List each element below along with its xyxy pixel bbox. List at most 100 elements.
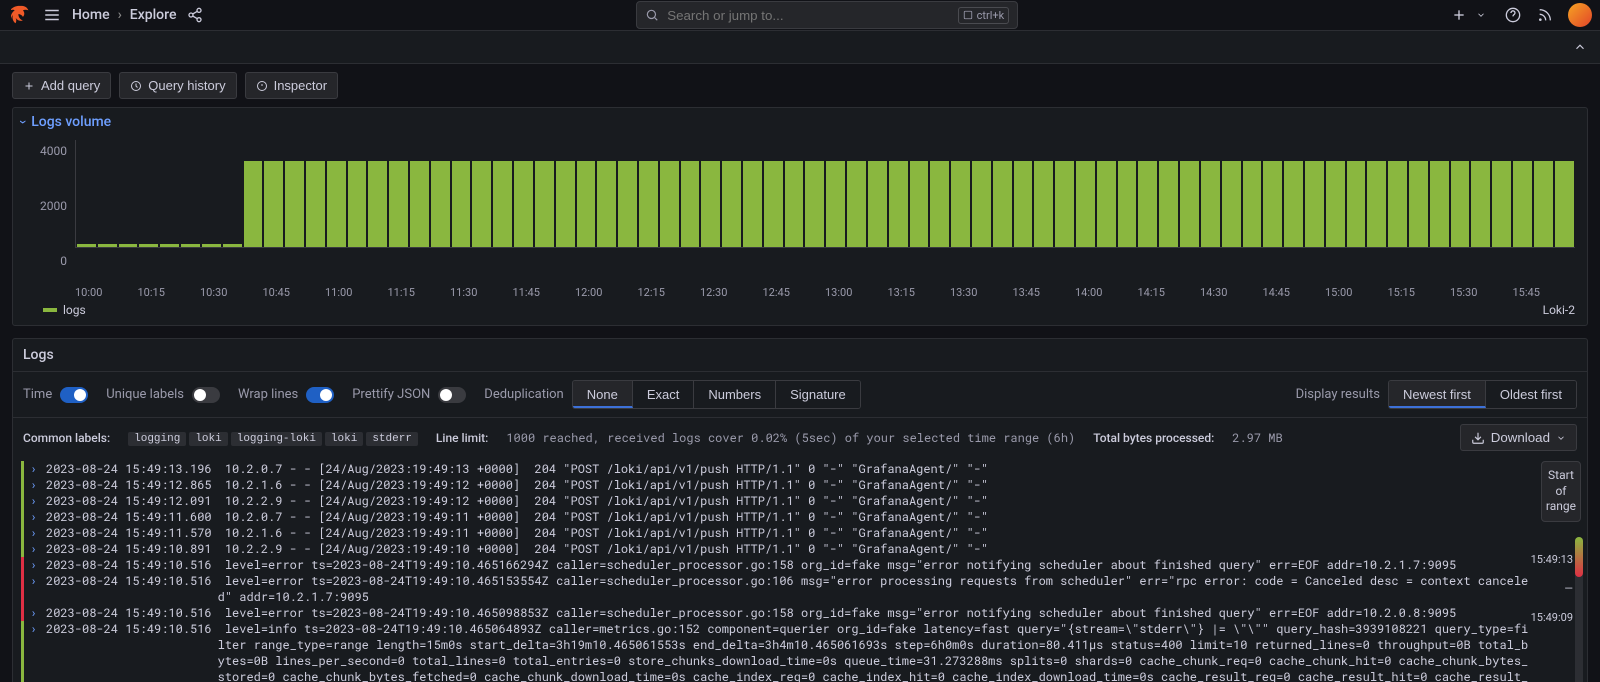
chart-bar[interactable] (431, 161, 450, 247)
chart-bar[interactable] (1471, 161, 1490, 247)
chart-bar[interactable] (764, 161, 783, 247)
expand-icon[interactable]: › (30, 621, 40, 637)
sort-newest[interactable]: Newest first (1389, 381, 1486, 408)
log-line[interactable]: ›2023-08-24 15:49:12.091 10.2.2.9 - - [2… (21, 493, 1529, 509)
chart-bar[interactable] (202, 244, 221, 247)
chart-bar[interactable] (1076, 161, 1095, 247)
chart-bar[interactable] (264, 161, 283, 247)
chart-bar[interactable] (368, 161, 387, 247)
chart-bar[interactable] (244, 161, 263, 247)
expand-icon[interactable]: › (30, 525, 40, 541)
logs-volume-header[interactable]: › Logs volume (13, 108, 1587, 136)
log-lines[interactable]: ›2023-08-24 15:49:13.196 10.2.0.7 - - [2… (13, 457, 1533, 682)
chart-bar[interactable] (285, 161, 304, 247)
query-history-button[interactable]: Query history (119, 72, 236, 99)
chart-bar[interactable] (660, 161, 679, 247)
chart-bar[interactable] (1014, 161, 1033, 247)
chart-bar[interactable] (327, 161, 346, 247)
chart-bar[interactable] (1326, 161, 1345, 247)
chart-bar[interactable] (868, 161, 887, 247)
inspector-button[interactable]: Inspector (245, 72, 338, 99)
chart-bar[interactable] (77, 244, 96, 247)
chart-bar[interactable] (1347, 161, 1366, 247)
chart-bar[interactable] (181, 244, 200, 247)
chart-bar[interactable] (514, 161, 533, 247)
help-icon[interactable] (1504, 6, 1522, 24)
expand-icon[interactable]: › (30, 493, 40, 509)
prettify-json-toggle[interactable] (438, 387, 466, 403)
chart-bar[interactable] (98, 244, 117, 247)
chart-bar[interactable] (1513, 161, 1532, 247)
chart-bar[interactable] (847, 161, 866, 247)
sort-oldest[interactable]: Oldest first (1486, 381, 1576, 408)
chart-bar[interactable] (1180, 161, 1199, 247)
share-icon[interactable] (186, 6, 204, 24)
chart-bar[interactable] (410, 161, 429, 247)
expand-icon[interactable]: › (30, 605, 40, 621)
breadcrumb-home[interactable]: Home (72, 7, 110, 23)
chart-bar[interactable] (1555, 161, 1574, 247)
chart-bar[interactable] (472, 161, 491, 247)
chevron-down-icon[interactable] (1472, 6, 1490, 24)
chart-bar[interactable] (889, 161, 908, 247)
chart-bar[interactable] (1034, 161, 1053, 247)
expand-icon[interactable]: › (30, 477, 40, 493)
chart-bar[interactable] (556, 161, 575, 247)
start-of-range-button[interactable]: Start of range (1541, 461, 1581, 522)
download-button[interactable]: Download (1460, 424, 1577, 451)
time-toggle[interactable] (60, 387, 88, 403)
chart-bar[interactable] (1118, 161, 1137, 247)
chart-bar[interactable] (910, 161, 929, 247)
add-query-button[interactable]: Add query (12, 72, 111, 99)
chart-bar[interactable] (1430, 161, 1449, 247)
chart-bar[interactable] (1201, 161, 1220, 247)
chart-bar[interactable] (951, 161, 970, 247)
chart-bar[interactable] (972, 161, 991, 247)
chart-bar[interactable] (1367, 161, 1386, 247)
chart-bar[interactable] (1138, 161, 1157, 247)
chart-bar[interactable] (743, 161, 762, 247)
log-minimap[interactable] (1575, 537, 1583, 682)
expand-icon[interactable]: › (30, 461, 40, 477)
dedup-numbers[interactable]: Numbers (694, 381, 776, 408)
expand-icon[interactable]: › (30, 509, 40, 525)
chart-bar[interactable] (1451, 161, 1470, 247)
chart-bar[interactable] (1388, 161, 1407, 247)
chart-bar[interactable] (1534, 161, 1553, 247)
chart-bar[interactable] (1284, 161, 1303, 247)
chart-bar[interactable] (139, 244, 158, 247)
chart-bar[interactable] (119, 244, 138, 247)
chart-bar[interactable] (993, 161, 1012, 247)
collapse-up-icon[interactable] (1568, 35, 1592, 59)
chart-bar[interactable] (1409, 161, 1428, 247)
log-line[interactable]: ›2023-08-24 15:49:11.600 10.2.0.7 - - [2… (21, 509, 1529, 525)
chart-bar[interactable] (1055, 161, 1074, 247)
chart-bar[interactable] (681, 161, 700, 247)
log-line[interactable]: ›2023-08-24 15:49:10.516 level=error ts=… (21, 557, 1529, 573)
breadcrumb-explore[interactable]: Explore (130, 7, 177, 23)
log-line[interactable]: ›2023-08-24 15:49:10.891 10.2.2.9 - - [2… (21, 541, 1529, 557)
grafana-logo[interactable] (8, 1, 36, 29)
chart-bar[interactable] (1305, 161, 1324, 247)
chart-bar[interactable] (306, 161, 325, 247)
chart-bar[interactable] (722, 161, 741, 247)
dedup-exact[interactable]: Exact (633, 381, 695, 408)
hamburger-icon[interactable] (40, 3, 64, 27)
chart-bar[interactable] (1222, 161, 1241, 247)
log-line[interactable]: ›2023-08-24 15:49:10.516 level=info ts=2… (21, 621, 1529, 682)
chart-bar[interactable] (1159, 161, 1178, 247)
dedup-signature[interactable]: Signature (776, 381, 860, 408)
logs-volume-chart[interactable]: 4000 2000 0 (13, 136, 1587, 286)
chart-bar[interactable] (160, 244, 179, 247)
log-line[interactable]: ›2023-08-24 15:49:13.196 10.2.0.7 - - [2… (21, 461, 1529, 477)
unique-labels-toggle[interactable] (192, 387, 220, 403)
log-line[interactable]: ›2023-08-24 15:49:11.570 10.2.1.6 - - [2… (21, 525, 1529, 541)
log-line[interactable]: ›2023-08-24 15:49:12.865 10.2.1.6 - - [2… (21, 477, 1529, 493)
chart-bar[interactable] (785, 161, 804, 247)
log-line[interactable]: ›2023-08-24 15:49:10.516 level=error ts=… (21, 573, 1529, 605)
log-line[interactable]: ›2023-08-24 15:49:10.516 level=error ts=… (21, 605, 1529, 621)
expand-icon[interactable]: › (30, 557, 40, 573)
chart-bar[interactable] (1263, 161, 1282, 247)
avatar[interactable] (1568, 3, 1592, 27)
chart-bar[interactable] (493, 161, 512, 247)
